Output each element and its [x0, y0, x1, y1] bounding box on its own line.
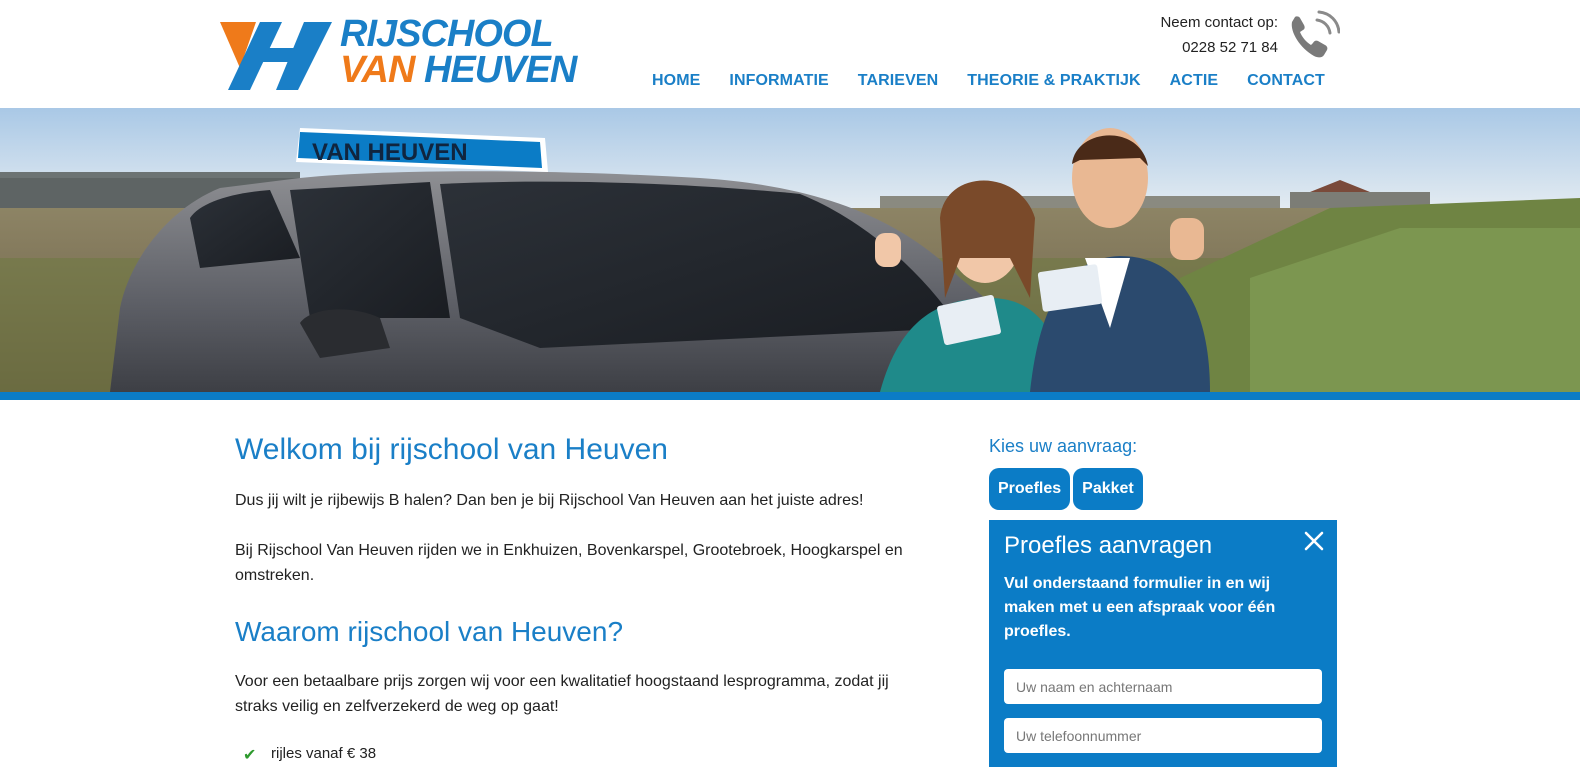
logo-line2-van: VAN: [340, 49, 415, 91]
header-contact: Neem contact op: 0228 52 71 84: [1120, 10, 1278, 60]
nav-actie[interactable]: ACTIE: [1170, 72, 1219, 90]
why-paragraph: Voor een betaalbare prijs zorgen wij voo…: [235, 673, 889, 715]
site-logo[interactable]: RIJSCHOOL VAN HEUVEN: [220, 13, 580, 94]
hero-banner: VAN HEUVEN: [0, 108, 1580, 392]
list-item-text: rijles vanaf € 38: [271, 745, 377, 762]
nav-theorie-praktijk[interactable]: THEORIE & PRAKTIJK: [967, 72, 1140, 90]
intro-paragraph: Dus jij wilt je rijbewijs B halen? Dan b…: [235, 492, 864, 509]
hero-illustration: VAN HEUVEN: [0, 108, 1580, 392]
car-sign-text: VAN HEUVEN: [312, 139, 468, 166]
benefits-list: ✔ rijles vanaf € 38: [235, 744, 935, 764]
phone-field[interactable]: [1004, 718, 1322, 753]
site-header: RIJSCHOOL VAN HEUVEN Neem contact op: 02…: [0, 0, 1580, 108]
why-heading: Waarom rijschool van Heuven?: [235, 616, 624, 647]
list-item: ✔ rijles vanaf € 38: [235, 744, 935, 764]
proefles-button[interactable]: Proefles: [989, 468, 1071, 510]
nav-informatie[interactable]: INFORMATIE: [729, 72, 828, 90]
contact-label: Neem contact op:: [1160, 14, 1278, 31]
nav-contact[interactable]: CONTACT: [1247, 72, 1325, 90]
nav-tarieven[interactable]: TARIEVEN: [858, 72, 939, 90]
name-field[interactable]: [1004, 669, 1322, 704]
main-content: Welkom bij rijschool van Heuven Dus jij …: [235, 430, 935, 764]
logo-wordmark: RIJSCHOOL VAN HEUVEN: [340, 13, 577, 91]
proefles-form: Proefles aanvragen Vul onderstaand formu…: [989, 520, 1337, 767]
close-icon[interactable]: [1303, 530, 1325, 552]
logo-line2-heuven: HEUVEN: [423, 49, 577, 91]
page-title: Welkom bij rijschool van Heuven: [235, 433, 668, 466]
nav-home[interactable]: HOME: [652, 72, 700, 90]
pakket-button[interactable]: Pakket: [1073, 468, 1143, 510]
form-description: Vul onderstaand formulier in en wij make…: [1004, 575, 1276, 640]
request-type-buttons: Proefles Pakket: [989, 468, 1337, 510]
logo-mark-icon: [220, 22, 332, 90]
form-title: Proefles aanvragen: [1004, 532, 1213, 559]
main-nav: HOME INFORMATIE TARIEVEN THEORIE & PRAKT…: [652, 72, 1354, 90]
area-paragraph: Bij Rijschool Van Heuven rijden we in En…: [235, 542, 903, 584]
logo-line1: RIJSCHOOL: [340, 13, 554, 55]
contact-phone[interactable]: 0228 52 71 84: [1120, 35, 1278, 60]
hero-divider-bar: [0, 392, 1580, 400]
sidebar-title: Kies uw aanvraag:: [989, 436, 1138, 456]
request-sidebar: Kies uw aanvraag: Proefles Pakket Proefl…: [989, 436, 1337, 767]
logo-line2: VAN HEUVEN: [340, 49, 577, 91]
checkmark-icon: ✔: [243, 747, 257, 764]
phone-icon[interactable]: [1284, 8, 1340, 62]
